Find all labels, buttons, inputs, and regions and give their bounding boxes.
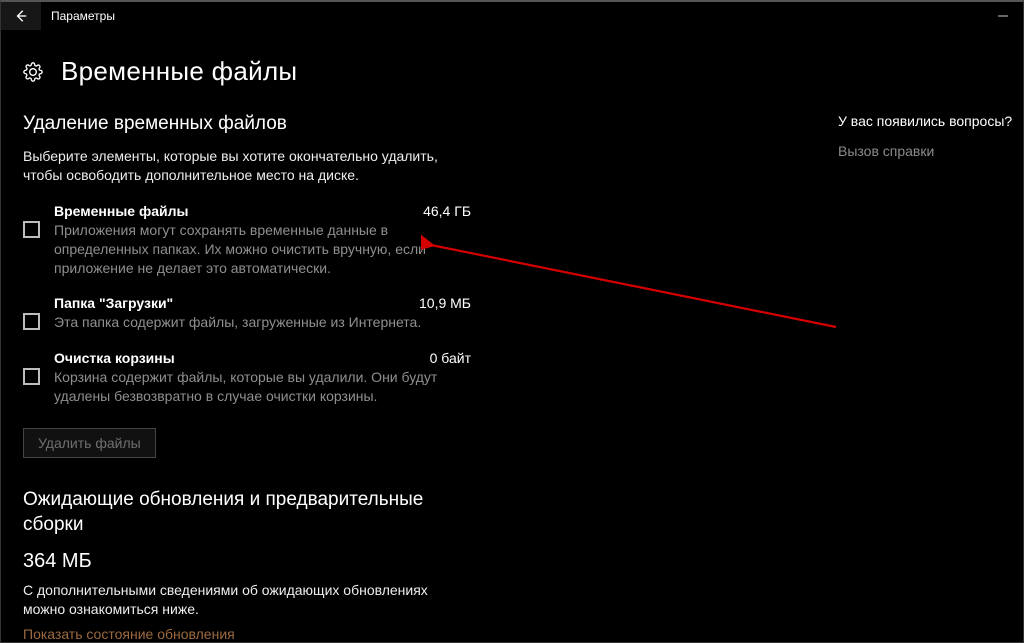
window-title: Параметры <box>51 9 115 23</box>
temp-files-size: 46,4 ГБ <box>423 203 471 219</box>
pending-link[interactable]: Показать состояние обновления <box>23 626 471 642</box>
titlebar: Параметры <box>1 2 1023 30</box>
pending-info: С дополнительными сведениями об ожидающи… <box>23 581 471 620</box>
arrow-left-icon <box>14 9 28 23</box>
recycle-title: Очистка корзины <box>54 350 175 366</box>
temp-files-row: Временные файлы 46,4 ГБ Приложения могут… <box>23 203 471 278</box>
temp-files-body: Временные файлы 46,4 ГБ Приложения могут… <box>54 203 471 278</box>
recycle-body: Очистка корзины 0 байт Корзина содержит … <box>54 350 471 406</box>
downloads-body: Папка "Загрузки" 10,9 МБ Эта папка содер… <box>54 295 471 332</box>
pending-size: 364 МБ <box>23 550 471 573</box>
downloads-size: 10,9 МБ <box>419 295 471 311</box>
downloads-desc: Эта папка содержит файлы, загруженные из… <box>54 313 471 332</box>
recycle-checkbox[interactable] <box>23 368 40 385</box>
side-column: У вас появились вопросы? Вызов справки <box>838 107 1023 159</box>
gear-icon <box>23 62 43 82</box>
recycle-desc: Корзина содержит файлы, которые вы удали… <box>54 368 471 406</box>
main-column: Удаление временных файлов Выберите элеме… <box>1 107 471 642</box>
downloads-title: Папка "Загрузки" <box>54 295 173 311</box>
settings-window: Параметры Временные файлы Удаление време… <box>0 0 1024 643</box>
content-row: Удаление временных файлов Выберите элеме… <box>1 107 1023 642</box>
temp-section-desc: Выберите элементы, которые вы хотите око… <box>23 147 471 185</box>
temp-section-title: Удаление временных файлов <box>23 113 471 135</box>
side-heading: У вас появились вопросы? <box>838 113 1003 129</box>
page-header: Временные файлы <box>1 30 1023 107</box>
help-link[interactable]: Вызов справки <box>838 143 1003 159</box>
recycle-row: Очистка корзины 0 байт Корзина содержит … <box>23 350 471 406</box>
window-controls <box>983 2 1023 30</box>
minimize-icon <box>998 11 1008 21</box>
temp-files-desc: Приложения могут сохранять временные дан… <box>54 221 471 278</box>
temp-files-checkbox[interactable] <box>23 221 40 238</box>
minimize-button[interactable] <box>983 2 1023 30</box>
page-title: Временные файлы <box>61 56 297 87</box>
temp-files-title: Временные файлы <box>54 203 188 219</box>
pending-section-title: Ожидающие обновления и предварительные с… <box>23 488 471 537</box>
back-button[interactable] <box>1 2 41 30</box>
recycle-size: 0 байт <box>430 350 471 366</box>
delete-files-button[interactable]: Удалить файлы <box>23 428 156 458</box>
downloads-checkbox[interactable] <box>23 313 40 330</box>
downloads-row: Папка "Загрузки" 10,9 МБ Эта папка содер… <box>23 295 471 332</box>
